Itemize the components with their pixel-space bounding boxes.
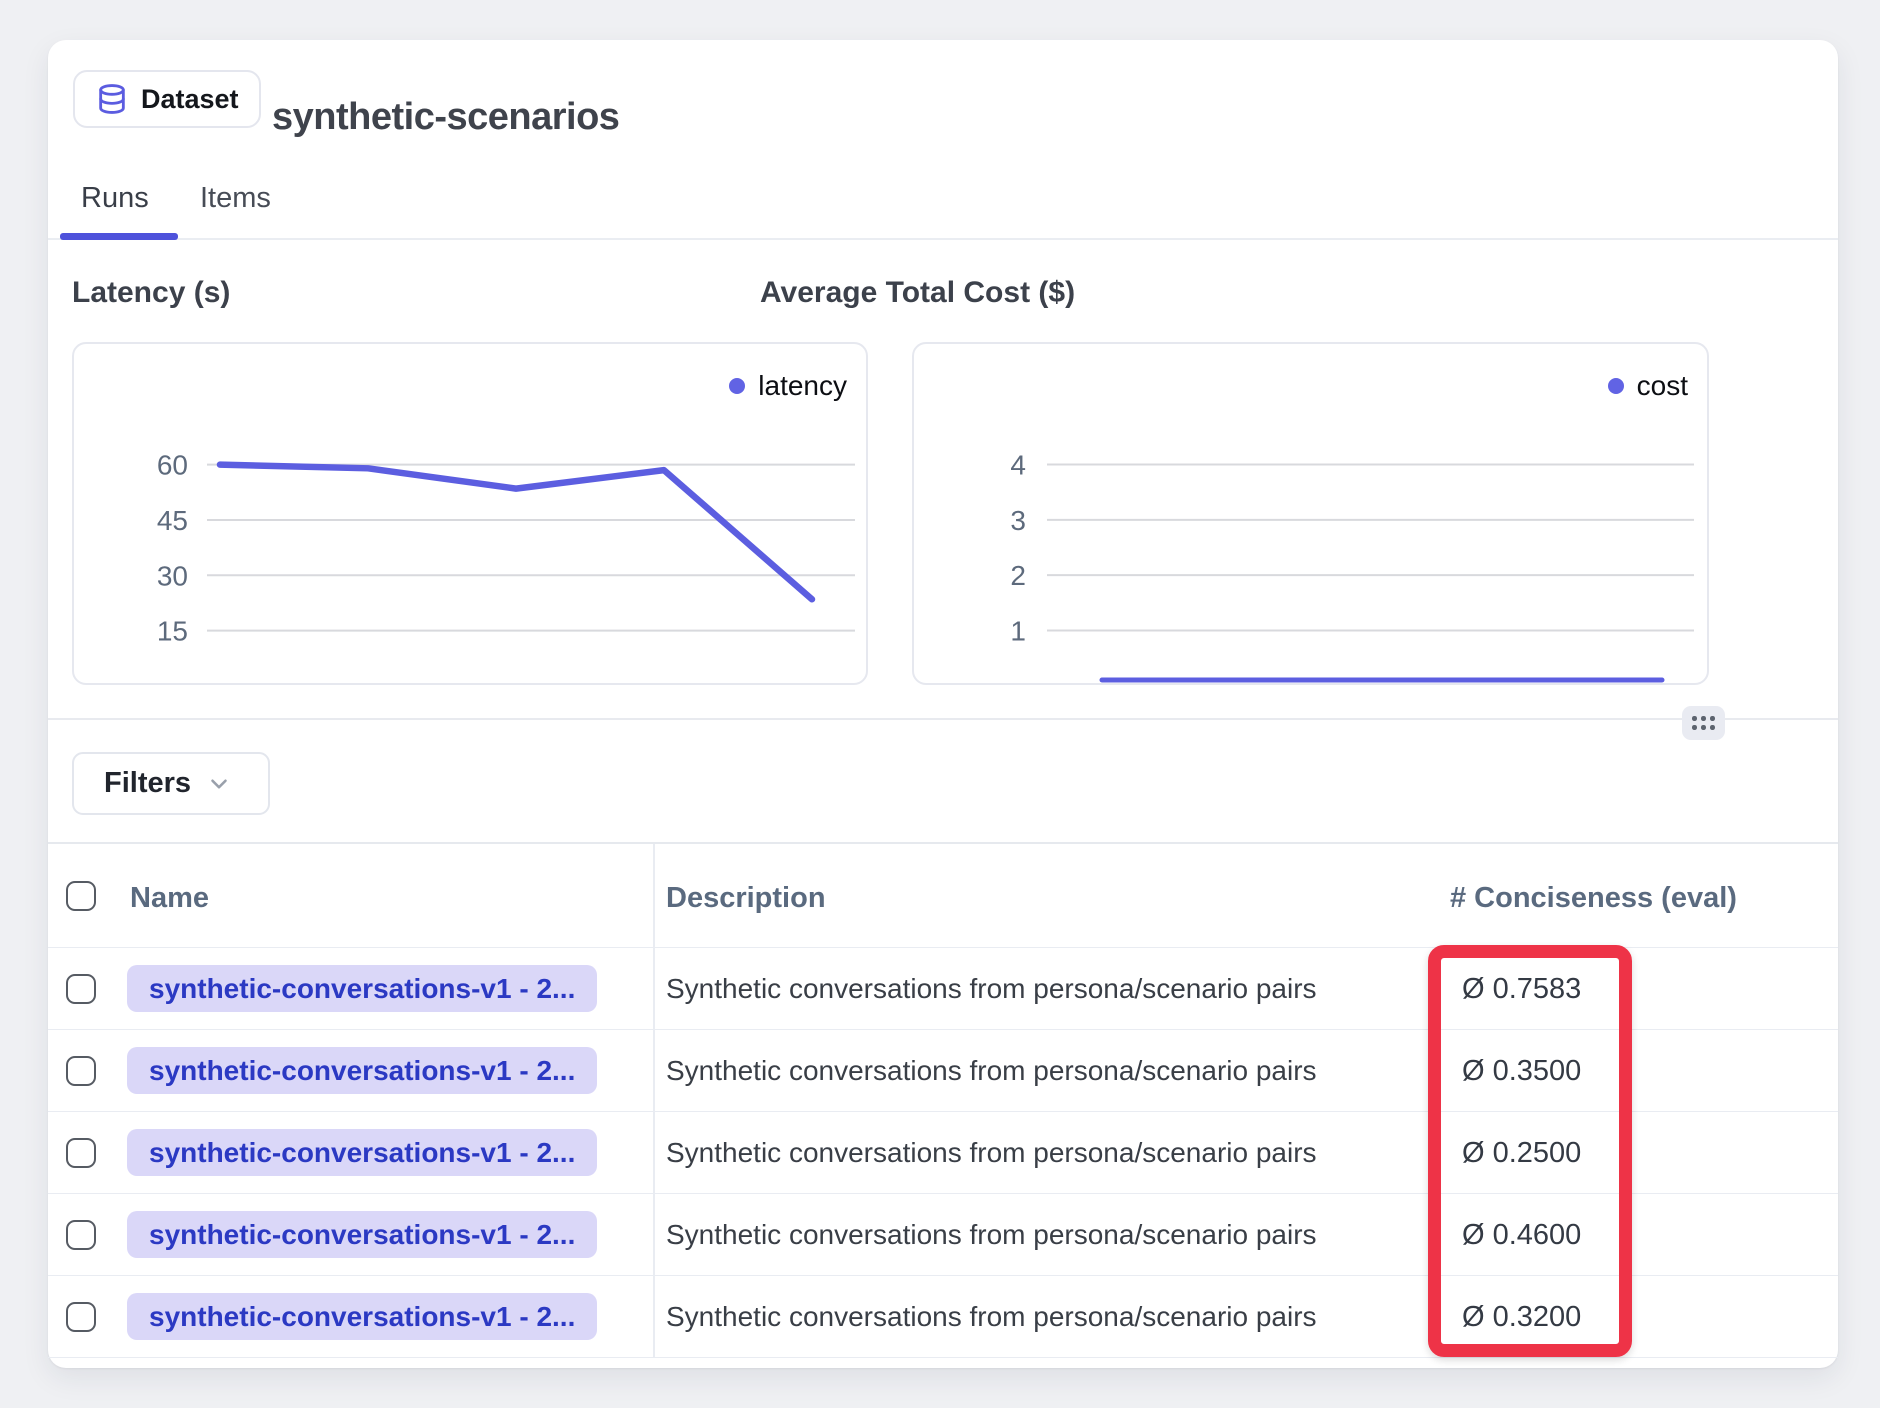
latency-chart-title: Latency (s): [72, 276, 230, 310]
charts-section-divider: [48, 718, 1838, 720]
svg-text:4: 4: [1010, 450, 1026, 481]
tab-bar: Runs Items: [48, 172, 1838, 240]
tab-items[interactable]: Items: [200, 182, 271, 215]
row-checkbox[interactable]: [66, 1302, 96, 1332]
svg-text:45: 45: [157, 505, 188, 536]
drag-handle-icon[interactable]: [1682, 706, 1725, 740]
table-row[interactable]: synthetic-conversations-v1 - 2... Synthe…: [48, 1030, 1838, 1112]
conciseness-value: Ø 0.3500: [1462, 1055, 1581, 1088]
svg-text:2: 2: [1010, 560, 1026, 591]
cost-legend-label: cost: [1637, 370, 1688, 402]
table-row[interactable]: synthetic-conversations-v1 - 2... Synthe…: [48, 1112, 1838, 1194]
row-checkbox[interactable]: [66, 974, 96, 1004]
run-description: Synthetic conversations from persona/sce…: [666, 1301, 1317, 1333]
svg-text:3: 3: [1010, 505, 1026, 536]
runs-table: Name Description # Conciseness (eval) sy…: [48, 842, 1838, 1356]
column-header-conciseness: # Conciseness (eval): [1450, 882, 1737, 915]
cost-chart: 1 2 3 4: [914, 344, 1707, 683]
run-name-link[interactable]: synthetic-conversations-v1 - 2...: [127, 965, 597, 1012]
filters-button-label: Filters: [104, 767, 191, 800]
conciseness-value: Ø 0.7583: [1462, 973, 1581, 1006]
dataset-badge: Dataset: [73, 70, 261, 128]
select-all-checkbox[interactable]: [66, 881, 96, 911]
run-name-link[interactable]: synthetic-conversations-v1 - 2...: [127, 1047, 597, 1094]
cost-chart-card: 1 2 3 4 cost: [912, 342, 1709, 685]
column-header-description: Description: [666, 882, 826, 915]
table-header-row: Name Description # Conciseness (eval): [48, 844, 1838, 948]
run-description: Synthetic conversations from persona/sce…: [666, 1137, 1317, 1169]
svg-text:1: 1: [1010, 615, 1026, 646]
run-description: Synthetic conversations from persona/sce…: [666, 1055, 1317, 1087]
run-name-link[interactable]: synthetic-conversations-v1 - 2...: [127, 1211, 597, 1258]
conciseness-value: Ø 0.4600: [1462, 1219, 1581, 1252]
latency-legend: latency: [729, 370, 847, 402]
badge-label: Dataset: [141, 84, 239, 115]
cost-legend: cost: [1608, 370, 1688, 402]
svg-text:60: 60: [157, 450, 188, 481]
dataset-page-card: Dataset synthetic-scenarios Runs Items L…: [48, 40, 1838, 1368]
database-icon: [95, 82, 129, 116]
chevron-down-icon: [206, 771, 232, 797]
cost-chart-title: Average Total Cost ($): [760, 276, 1075, 310]
run-description: Synthetic conversations from persona/sce…: [666, 1219, 1317, 1251]
table-row[interactable]: synthetic-conversations-v1 - 2... Synthe…: [48, 948, 1838, 1030]
run-description: Synthetic conversations from persona/sce…: [666, 973, 1317, 1005]
latency-legend-label: latency: [758, 370, 847, 402]
conciseness-value: Ø 0.2500: [1462, 1137, 1581, 1170]
filters-button[interactable]: Filters: [72, 752, 270, 815]
run-name-link[interactable]: synthetic-conversations-v1 - 2...: [127, 1129, 597, 1176]
table-row[interactable]: synthetic-conversations-v1 - 2... Synthe…: [48, 1276, 1838, 1358]
column-header-name: Name: [130, 882, 209, 915]
conciseness-value: Ø 0.3200: [1462, 1301, 1581, 1334]
run-name-link[interactable]: synthetic-conversations-v1 - 2...: [127, 1293, 597, 1340]
svg-text:30: 30: [157, 560, 188, 591]
row-checkbox[interactable]: [66, 1056, 96, 1086]
page-title: synthetic-scenarios: [272, 96, 619, 139]
latency-legend-dot-icon: [729, 378, 745, 394]
table-row[interactable]: synthetic-conversations-v1 - 2... Synthe…: [48, 1194, 1838, 1276]
active-tab-indicator: [60, 233, 178, 240]
row-checkbox[interactable]: [66, 1138, 96, 1168]
tab-runs[interactable]: Runs: [81, 182, 149, 215]
page-background: { "header": { "badge_label": "Dataset", …: [0, 0, 1880, 1408]
row-checkbox[interactable]: [66, 1220, 96, 1250]
cost-legend-dot-icon: [1608, 378, 1624, 394]
latency-chart-card: 15 30 45 60 latency: [72, 342, 868, 685]
svg-text:15: 15: [157, 616, 188, 647]
